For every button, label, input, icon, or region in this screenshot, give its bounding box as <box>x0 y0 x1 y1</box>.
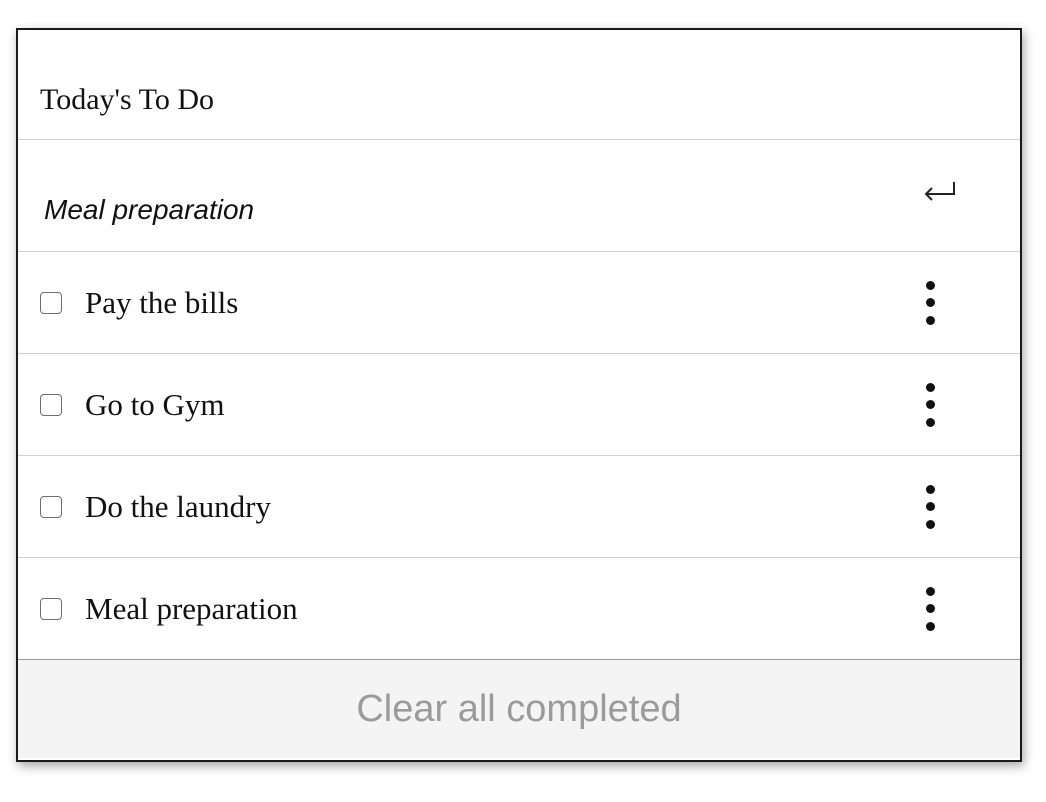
todo-card: Today's To Do Pay the bills Go to Gym Do… <box>16 28 1022 762</box>
todo-checkbox[interactable] <box>40 495 62 518</box>
todo-header: Today's To Do <box>18 30 1020 140</box>
todo-checkbox[interactable] <box>40 597 62 620</box>
new-todo-input[interactable] <box>44 190 864 230</box>
todo-checkbox[interactable] <box>40 393 62 416</box>
todo-row: Meal preparation <box>18 558 1020 660</box>
todo-label: Go to Gym <box>85 386 225 422</box>
todo-row: Do the laundry <box>18 456 1020 558</box>
more-vertical-icon[interactable] <box>918 484 942 529</box>
todo-row: Go to Gym <box>18 354 1020 456</box>
todo-label: Meal preparation <box>85 590 298 626</box>
todo-label: Pay the bills <box>85 284 239 320</box>
enter-return-icon[interactable] <box>920 178 960 208</box>
more-vertical-icon[interactable] <box>918 586 942 631</box>
todo-checkbox[interactable] <box>40 291 62 314</box>
todo-row: Pay the bills <box>18 252 1020 354</box>
more-vertical-icon[interactable] <box>918 280 942 325</box>
page-title: Today's To Do <box>40 83 214 116</box>
todo-label: Do the laundry <box>85 488 271 524</box>
todo-footer: Clear all completed <box>18 660 1020 758</box>
new-todo-entry <box>18 140 1020 252</box>
clear-completed-button[interactable]: Clear all completed <box>356 688 681 731</box>
more-vertical-icon[interactable] <box>918 382 942 427</box>
